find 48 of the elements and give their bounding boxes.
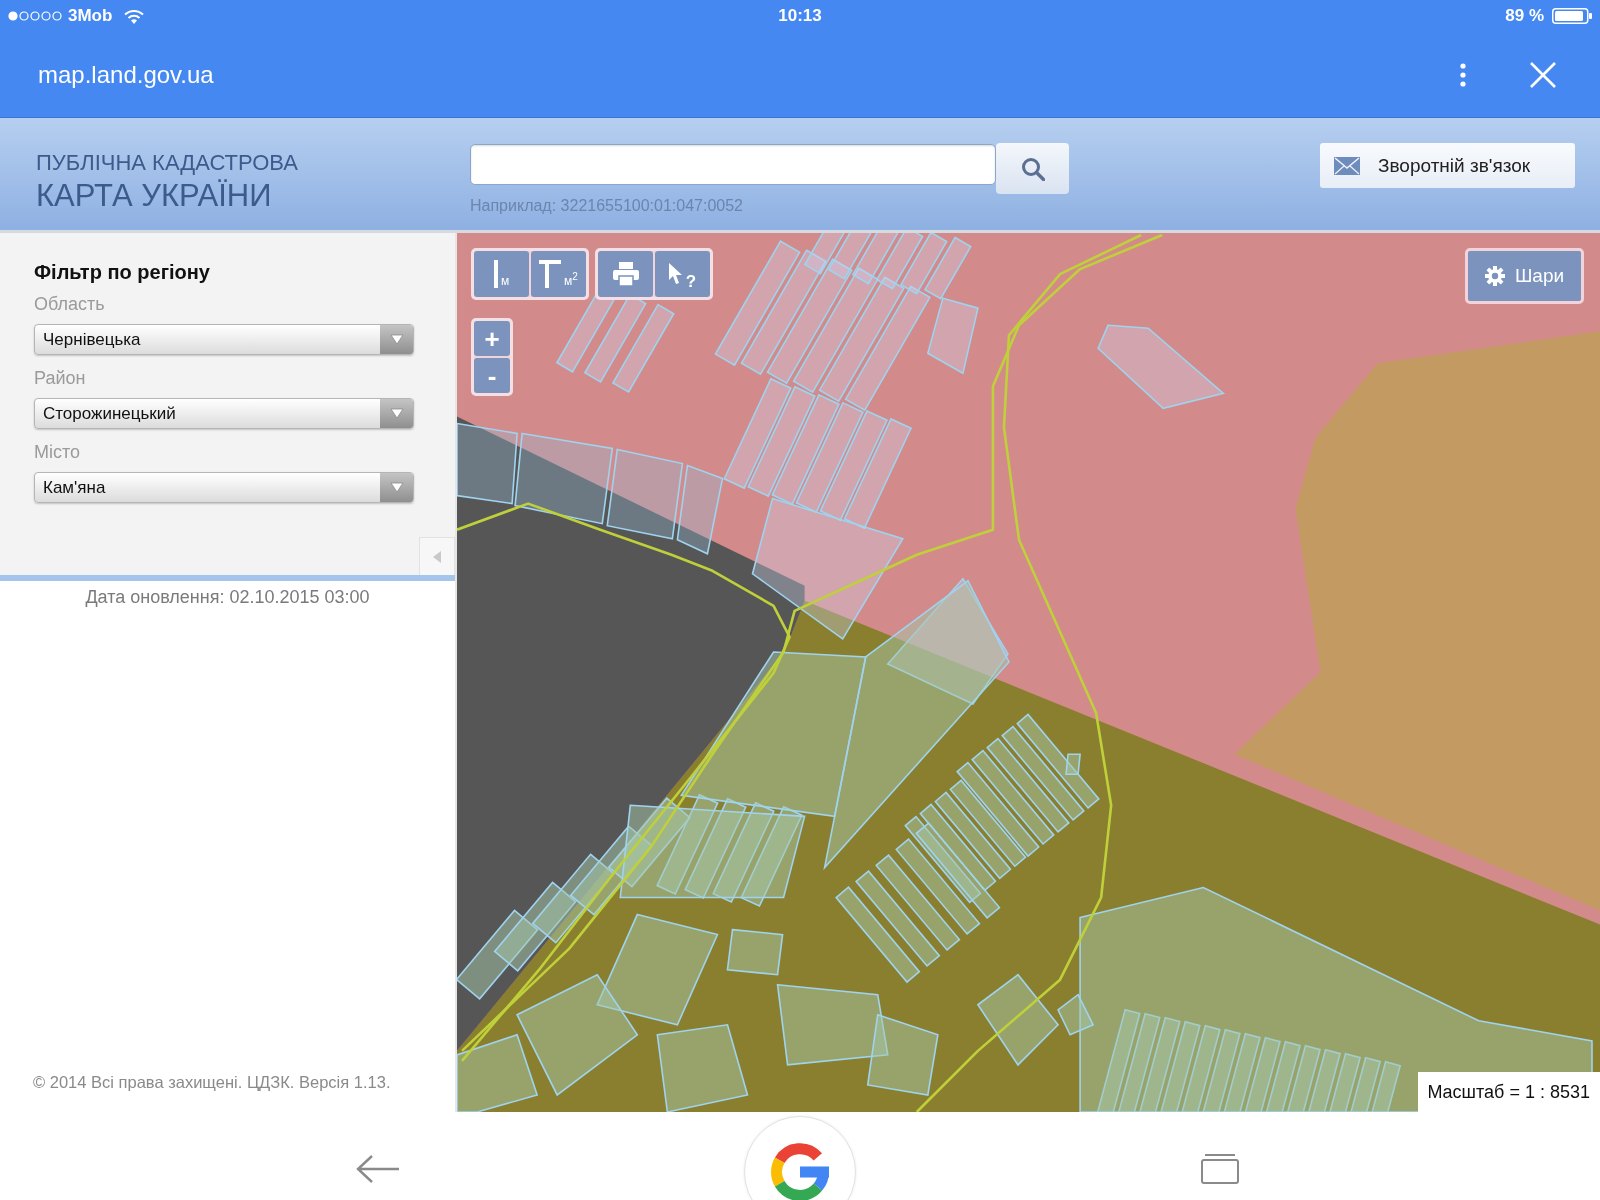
- wifi-icon: [124, 8, 145, 24]
- gear-icon: [1484, 266, 1505, 286]
- filter-dropdown[interactable]: Кам'яна: [34, 472, 414, 503]
- battery-icon: [1552, 8, 1592, 24]
- tabs-icon[interactable]: [1201, 1154, 1239, 1184]
- feedback-button[interactable]: Зворотній зв'язок: [1320, 143, 1575, 188]
- caret-down-icon: [389, 408, 404, 419]
- caret-down-icon: [389, 482, 404, 493]
- site-title-line: ПУБЛІЧНА КАДАСТРОВА: [36, 150, 298, 176]
- search-icon: [1020, 156, 1045, 181]
- filter-label: Область: [34, 294, 105, 315]
- signal-icon: [8, 11, 62, 21]
- land-parcel: [726, 928, 784, 976]
- printer-icon: [612, 262, 639, 286]
- search-button[interactable]: [996, 143, 1069, 194]
- map-scale-label: Масштаб = 1 : 8531: [1418, 1072, 1600, 1112]
- envelope-icon: [1334, 156, 1360, 175]
- carrier-name: 3Mob: [68, 6, 113, 26]
- filter-dropdown[interactable]: Сторожинецький: [34, 398, 414, 429]
- url-text[interactable]: map.land.gov.ua: [38, 60, 214, 89]
- logo-button[interactable]: [744, 1116, 856, 1200]
- copyright-footer: © 2014 Всі права захищені. ЦДЗК. Версія 1.13.: [33, 1073, 391, 1092]
- zoom-out-button[interactable]: -: [474, 358, 510, 393]
- back-arrow-icon[interactable]: [356, 1154, 400, 1184]
- cursor-arrow-icon: [668, 263, 683, 285]
- kebab-menu-icon[interactable]: [1460, 62, 1466, 87]
- caret-down-icon: [389, 334, 404, 345]
- g-logo-icon: [771, 1143, 829, 1200]
- filter-heading: Фільтр по регіону: [34, 261, 210, 284]
- layers-button[interactable]: Шари: [1468, 251, 1581, 301]
- print-button[interactable]: [598, 251, 653, 297]
- battery-percentage: 89 %: [1505, 6, 1544, 26]
- identify-button[interactable]: ?: [655, 251, 710, 297]
- search-hint: Наприклад: 3221655100:01:047:0052: [470, 197, 743, 215]
- zoom-in-button[interactable]: +: [474, 321, 510, 356]
- update-date: Дата оновлення: 02.10.2015 03:00: [85, 587, 370, 608]
- clock-time: 10:13: [778, 6, 822, 26]
- vertical-bar-icon: [493, 260, 498, 288]
- caret-left-icon: [433, 550, 441, 563]
- filter-dropdown[interactable]: Чернівецька: [34, 324, 414, 355]
- close-icon[interactable]: [1530, 61, 1556, 88]
- search-field[interactable]: [470, 144, 996, 185]
- measure-distance-button[interactable]: м: [474, 251, 529, 297]
- site-title-line: КАРТА УКРАЇНИ: [36, 179, 272, 213]
- t-square-icon: [539, 260, 562, 288]
- measure-area-button[interactable]: м$^{2}$: [531, 251, 586, 297]
- filter-label: Район: [34, 368, 86, 389]
- filter-label: Місто: [34, 442, 81, 463]
